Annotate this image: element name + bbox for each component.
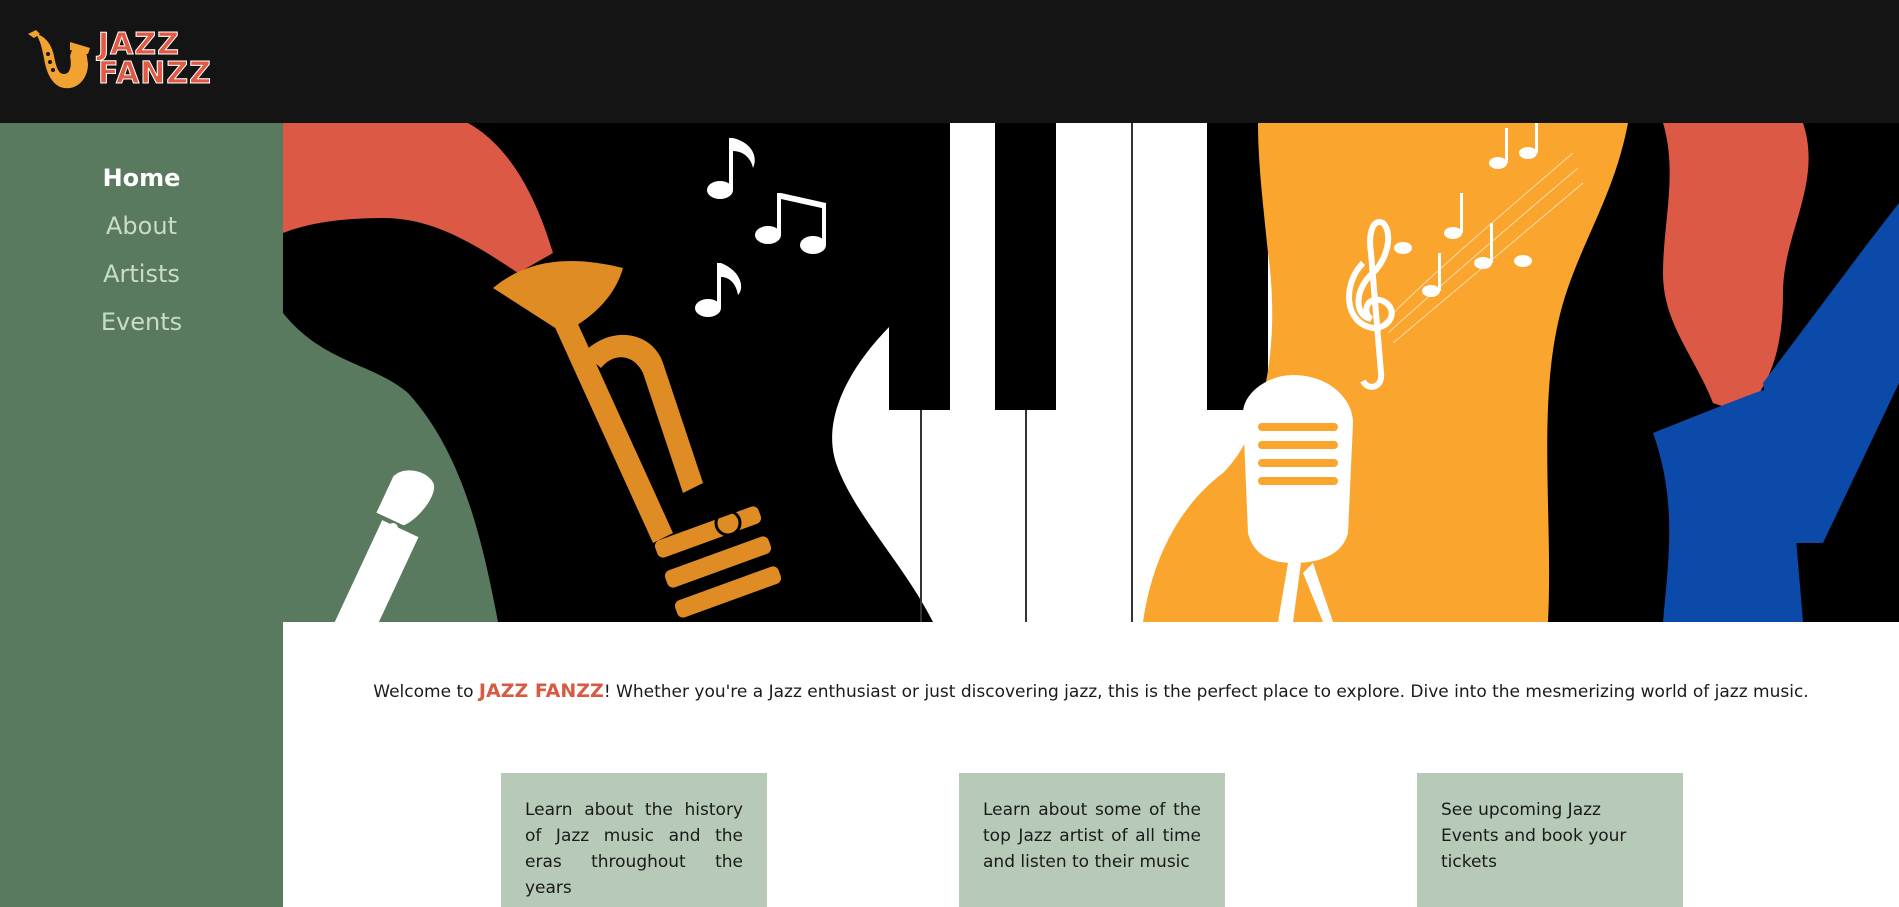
events-card[interactable]: See upcoming Jazz Events and book your t… [1417, 773, 1683, 907]
nav-item-events[interactable]: Events [0, 298, 283, 346]
main-content: Welcome to JAZZ FANZZ! Whether you're a … [283, 622, 1899, 907]
hero-banner [283, 123, 1899, 622]
card-text: Learn about the history of Jazz music an… [525, 800, 743, 898]
logo-text: JAZZ FANZZ [98, 27, 212, 91]
site-logo[interactable]: JAZZ FANZZ [26, 28, 216, 94]
welcome-suffix: ! Whether you're a Jazz enthusiast or ju… [603, 682, 1809, 702]
nav-item-about[interactable]: About [0, 202, 283, 250]
welcome-brand: JAZZ FANZZ [478, 680, 604, 702]
history-card[interactable]: Learn about the history of Jazz music an… [501, 773, 767, 907]
nav-list: Home About Artists Events [0, 123, 283, 346]
nav-item-artists[interactable]: Artists [0, 250, 283, 298]
sidebar: Home About Artists Events [0, 123, 283, 907]
top-bar: JAZZ FANZZ [0, 0, 1899, 123]
card-text: Learn about some of the top Jazz artist … [983, 800, 1201, 872]
logo-line-1: JAZZ [98, 27, 180, 62]
welcome-prefix: Welcome to [373, 682, 479, 702]
saxophone-logo-icon [28, 30, 90, 89]
card-text: See upcoming Jazz Events and book your t… [1441, 800, 1627, 872]
artists-card[interactable]: Learn about some of the top Jazz artist … [959, 773, 1225, 907]
nav-item-home[interactable]: Home [0, 154, 283, 202]
welcome-message: Welcome to JAZZ FANZZ! Whether you're a … [283, 680, 1899, 702]
logo-line-2: FANZZ [98, 56, 212, 91]
jazz-illustration [283, 123, 1899, 622]
